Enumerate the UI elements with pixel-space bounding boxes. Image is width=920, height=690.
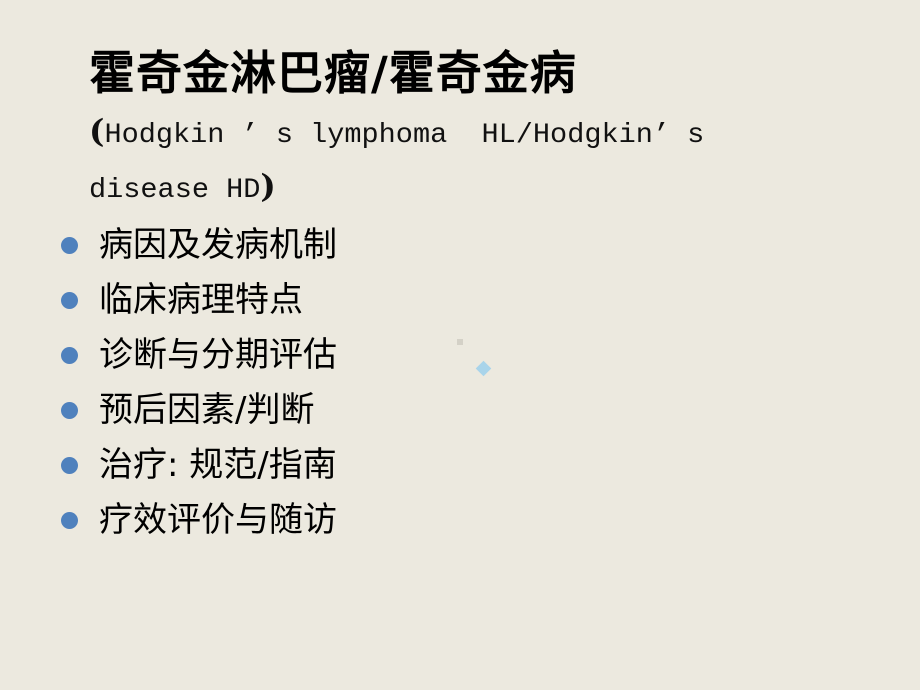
slide-title: 霍奇金淋巴瘤/霍奇金病 [89, 46, 577, 100]
open-paren: ( [89, 112, 105, 150]
bullet-list: 病因及发病机制 临床病理特点 诊断与分期评估 预后因素/判断 治疗: 规范/指南… [61, 218, 337, 548]
bullet-text: 预后因素/判断 [99, 390, 315, 430]
bullet-text: 诊断与分期评估 [99, 335, 337, 375]
bullet-dot-icon [61, 457, 78, 474]
decorative-diamond-icon [475, 360, 492, 377]
list-item: 诊断与分期评估 [61, 328, 337, 383]
bullet-text: 病因及发病机制 [99, 225, 337, 265]
bullet-text: 临床病理特点 [99, 280, 303, 320]
bullet-text: 治疗: 规范/指南 [99, 445, 337, 485]
close-paren: ) [260, 167, 276, 205]
list-item: 治疗: 规范/指南 [61, 438, 337, 493]
bullet-dot-icon [61, 292, 78, 309]
bullet-dot-icon [61, 512, 78, 529]
list-item: 疗效评价与随访 [61, 493, 337, 548]
bullet-dot-icon [61, 237, 78, 254]
list-item: 预后因素/判断 [61, 383, 337, 438]
decorative-square-icon [457, 339, 463, 345]
subtitle-line-2: disease HD) [89, 161, 783, 216]
bullet-dot-icon [61, 402, 78, 419]
subtitle-line-1: (Hodgkin ’ s lymphoma HL/Hodgkin’ s [89, 106, 783, 161]
subtitle-line-1-text: Hodgkin ’ s lymphoma HL/Hodgkin’ s [104, 120, 705, 151]
slide-subtitle: (Hodgkin ’ s lymphoma HL/Hodgkin’ s dise… [89, 106, 769, 216]
bullet-text: 疗效评价与随访 [99, 500, 337, 540]
bullet-dot-icon [61, 347, 78, 364]
list-item: 病因及发病机制 [61, 218, 337, 273]
list-item: 临床病理特点 [61, 273, 337, 328]
slide: 霍奇金淋巴瘤/霍奇金病 (Hodgkin ’ s lymphoma HL/Hod… [0, 0, 920, 690]
subtitle-line-2-text: disease HD [89, 175, 261, 206]
